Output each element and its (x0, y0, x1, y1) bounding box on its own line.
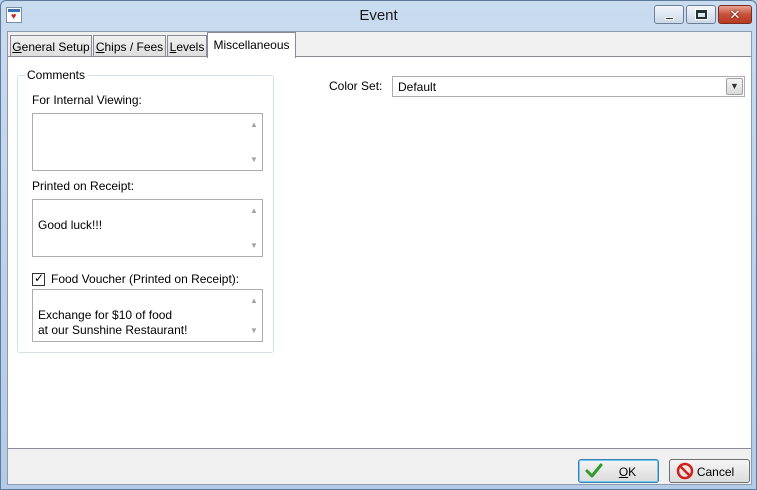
cancel-button-label: Cancel (696, 465, 735, 479)
tab-label: eneral Setup (21, 40, 90, 54)
maximize-button[interactable] (686, 5, 716, 24)
internal-viewing-scrollbar[interactable]: ▲ ▼ (245, 114, 262, 170)
tab-label: hips / Fees (104, 40, 164, 54)
title-bar[interactable]: Event ✕ (1, 1, 756, 31)
scroll-up-icon[interactable]: ▲ (250, 117, 258, 132)
checkmark-icon: ✓ (34, 271, 45, 285)
color-set-label: Color Set: (329, 79, 383, 93)
tab-levels[interactable]: Levels (167, 35, 207, 57)
scroll-down-icon[interactable]: ▼ (250, 152, 258, 167)
scroll-up-icon[interactable]: ▲ (250, 203, 258, 218)
scroll-down-icon[interactable]: ▼ (250, 238, 258, 253)
printed-receipt-memo[interactable]: Good luck!!! ▲ ▼ (32, 199, 263, 257)
tab-label: Miscellaneous (213, 38, 290, 52)
ok-button-label: OK (579, 465, 658, 479)
food-voucher-label[interactable]: Food Voucher (Printed on Receipt): (51, 272, 239, 286)
ok-accel: O (618, 465, 629, 479)
color-set-value: Default (398, 80, 437, 94)
printed-receipt-scrollbar[interactable]: ▲ ▼ (245, 200, 262, 256)
minimize-icon (665, 17, 674, 20)
cancel-button[interactable]: Cancel (669, 459, 750, 483)
ok-rest: K (628, 465, 637, 479)
chevron-down-icon[interactable]: ▼ (726, 78, 743, 95)
event-window: Event ✕ General Setup Chips / Fees Level… (0, 0, 757, 490)
close-icon: ✕ (729, 7, 741, 22)
internal-viewing-label: For Internal Viewing: (32, 93, 142, 107)
food-voucher-checkbox[interactable]: ✓ (32, 271, 45, 286)
window-title: Event (359, 7, 398, 24)
miscellaneous-panel: Comments For Internal Viewing: ▲ ▼ Print… (8, 56, 751, 449)
tab-miscellaneous[interactable]: Miscellaneous (207, 32, 296, 58)
ok-button[interactable]: OK (578, 459, 659, 483)
food-voucher-text: Exchange for $10 of food at our Sunshine… (38, 308, 188, 337)
tab-chips-fees[interactable]: Chips / Fees (93, 35, 166, 57)
minimize-button[interactable] (654, 5, 684, 24)
maximize-icon (696, 10, 707, 19)
comments-group: Comments For Internal Viewing: ▲ ▼ Print… (17, 68, 274, 353)
close-button[interactable]: ✕ (718, 5, 752, 24)
scroll-down-icon[interactable]: ▼ (250, 323, 258, 338)
scroll-up-icon[interactable]: ▲ (250, 293, 258, 308)
printed-receipt-label: Printed on Receipt: (32, 179, 135, 193)
tab-general-setup[interactable]: General Setup (10, 35, 92, 57)
comments-group-title: Comments (25, 68, 88, 82)
tab-strip: General Setup Chips / Fees Levels Miscel… (8, 32, 751, 58)
tab-label: evels (176, 40, 205, 54)
printed-receipt-text: Good luck!!! (38, 218, 103, 232)
internal-viewing-memo[interactable]: ▲ ▼ (32, 113, 263, 171)
client-area: General Setup Chips / Fees Levels Miscel… (7, 31, 752, 485)
color-set-select[interactable]: Default ▼ (392, 76, 745, 97)
food-voucher-memo[interactable]: Exchange for $10 of food at our Sunshine… (32, 289, 263, 342)
food-voucher-scrollbar[interactable]: ▲ ▼ (245, 290, 262, 341)
tab-accel: G (12, 40, 22, 54)
